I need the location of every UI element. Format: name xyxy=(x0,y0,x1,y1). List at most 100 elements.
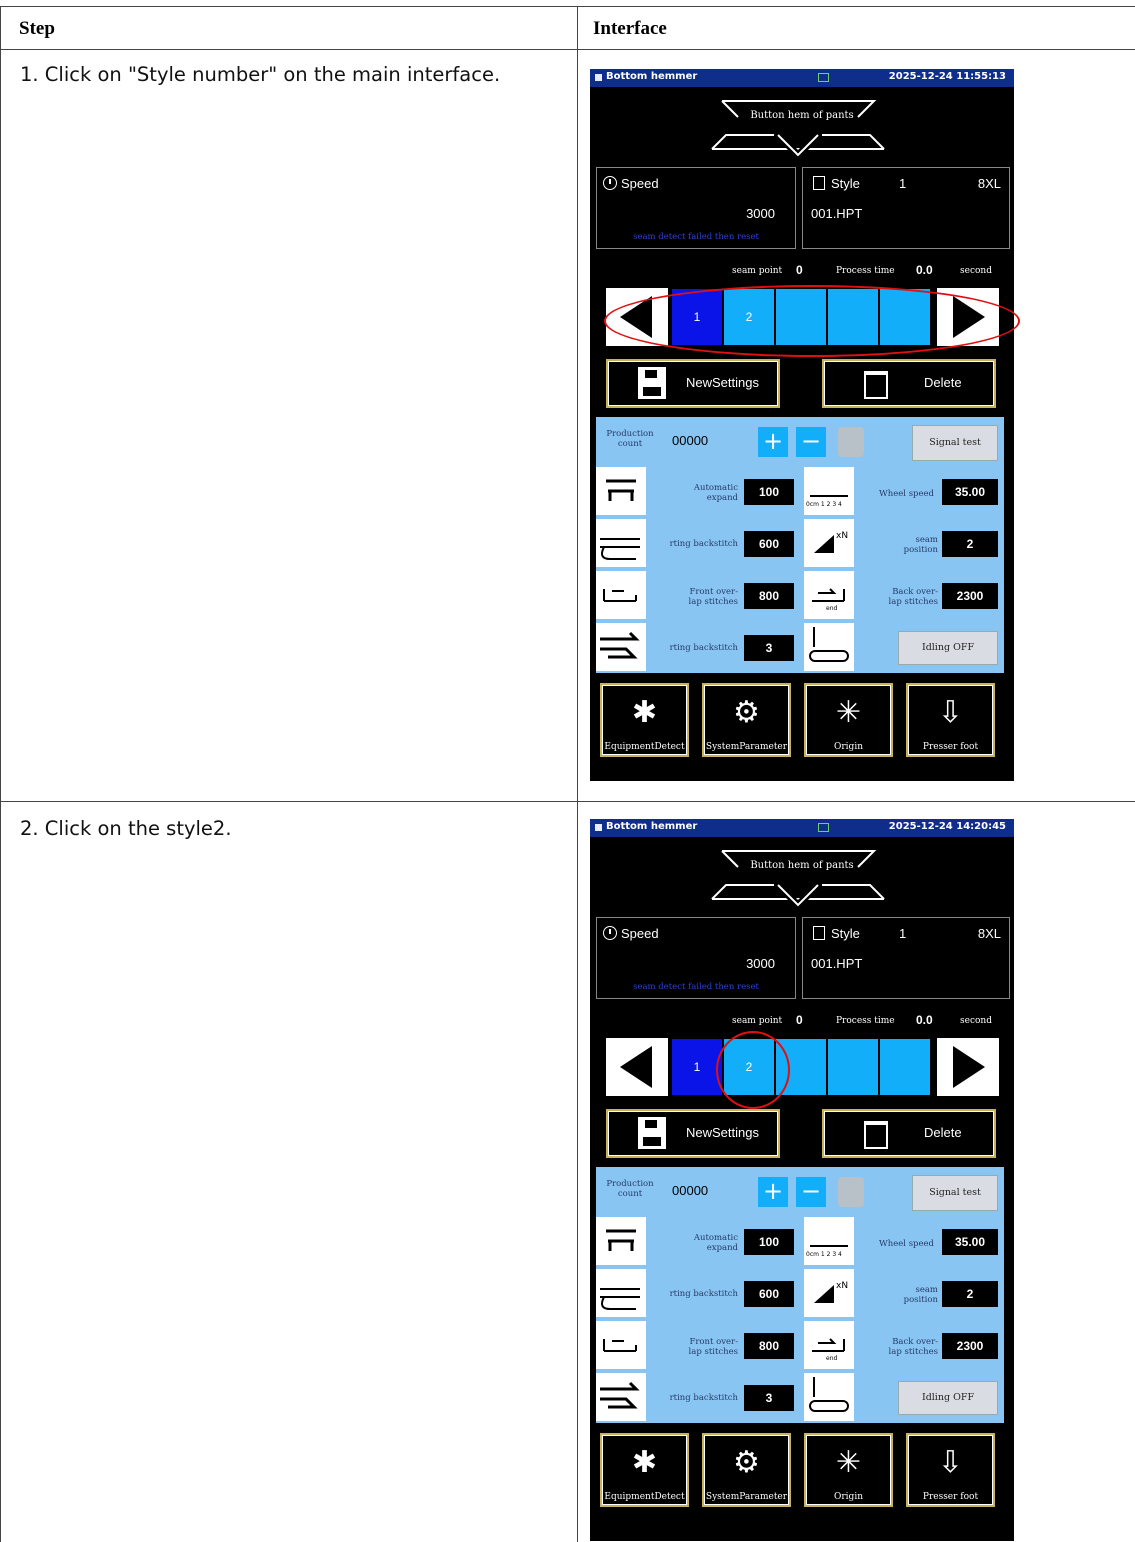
step-1-text: 1. Click on "Style number" on the main i… xyxy=(20,63,501,86)
style-slot-4[interactable] xyxy=(828,1039,878,1095)
idling-button[interactable]: Idling OFF xyxy=(898,1381,998,1415)
process-time-value: 0.0 xyxy=(916,1013,933,1027)
backstitch2-value[interactable]: 3 xyxy=(744,1385,794,1411)
front-overlap-label: Front over- lap stitches xyxy=(688,587,738,607)
highlight-circle-style2 xyxy=(716,1031,790,1109)
wheel-speed-value[interactable]: 35.00 xyxy=(942,1229,998,1255)
ruler-caption: 0cm 1 2 3 4 xyxy=(806,1251,842,1258)
delete-label: Delete xyxy=(924,1125,962,1140)
style-number-panel[interactable]: Style 1 8XL 001.HPT xyxy=(802,167,1010,249)
wheel-speed-label: Wheel speed xyxy=(879,489,934,499)
increment-button[interactable]: + xyxy=(758,427,788,457)
back-overlap-label: Back over- lap stitches xyxy=(888,587,938,607)
seam-position-value[interactable]: 2 xyxy=(942,1281,998,1307)
system-parameter-label: SystemParameter xyxy=(705,1492,788,1502)
system-parameter-button[interactable]: ⚙ SystemParameter xyxy=(702,1433,791,1507)
presser-foot-button[interactable]: ⇩ Presser foot xyxy=(906,1433,995,1507)
speed-note: seam detect failed then reset xyxy=(633,232,759,242)
table-row-divider xyxy=(0,801,1135,802)
back-overlap-label: Back over- lap stitches xyxy=(888,1337,938,1357)
back-overlap-value[interactable]: 2300 xyxy=(942,1333,998,1359)
app-icon xyxy=(595,824,602,831)
speed-label: Speed xyxy=(621,176,659,191)
reset-count-trash-icon[interactable] xyxy=(838,427,864,457)
header-step: Step xyxy=(19,18,55,39)
decrement-button[interactable]: − xyxy=(796,1177,826,1207)
backstitch-value[interactable]: 600 xyxy=(744,1281,794,1307)
parameter-panel: Production count 00000 + − Signal test 0… xyxy=(596,417,1004,673)
signal-test-button[interactable]: Signal test xyxy=(912,1175,998,1211)
backstitch-value[interactable]: 600 xyxy=(744,531,794,557)
network-icon xyxy=(818,73,829,82)
presser-foot-button[interactable]: ⇩ Presser foot xyxy=(906,683,995,757)
seam-position-value[interactable]: 2 xyxy=(942,531,998,557)
equipment-detect-button[interactable]: ✱ EquipmentDetect xyxy=(600,1433,689,1507)
seam-point-label: seam point xyxy=(732,1016,783,1026)
xn-caption: xN xyxy=(836,1281,849,1291)
style-file: 001.HPT xyxy=(811,956,863,971)
signal-test-button[interactable]: Signal test xyxy=(912,425,998,461)
presser-foot-icon: ⇩ xyxy=(937,695,964,730)
floppy-icon xyxy=(638,1117,666,1149)
prev-style-button[interactable] xyxy=(606,1038,668,1096)
speed-panel[interactable]: Speed 3000 seam detect failed then reset xyxy=(596,917,796,999)
clock-icon xyxy=(603,176,617,190)
new-settings-button[interactable]: NewSettings xyxy=(606,359,780,408)
speed-note: seam detect failed then reset xyxy=(633,982,759,992)
delete-button[interactable]: Delete xyxy=(822,1109,996,1158)
delete-label: Delete xyxy=(924,375,962,390)
front-overlap-value[interactable]: 800 xyxy=(744,1333,794,1359)
backstitch2-value[interactable]: 3 xyxy=(744,635,794,661)
origin-button[interactable]: ✳ Origin xyxy=(804,683,893,757)
expand-icon xyxy=(596,467,646,515)
ruler-icon: 0cm 1 2 3 4 xyxy=(804,1217,854,1265)
style-slot-1[interactable]: 1 xyxy=(672,1039,722,1095)
table-border-left xyxy=(0,6,1,1542)
process-time-label: Process time xyxy=(836,1016,895,1026)
style-label: Style xyxy=(831,176,860,191)
bag-icon: xN xyxy=(804,519,854,567)
delete-button[interactable]: Delete xyxy=(822,359,996,408)
gears-icon: ⚙ xyxy=(733,1445,760,1480)
seam-position-label: seam position xyxy=(903,535,938,555)
parameter-panel: Production count 00000 + − Signal test 0… xyxy=(596,1167,1004,1423)
backstitch-icon xyxy=(596,1269,646,1317)
end-caption: end xyxy=(826,1355,838,1362)
reset-count-trash-icon[interactable] xyxy=(838,1177,864,1207)
seam-position-label: seam position xyxy=(903,1285,938,1305)
style-size: 8XL xyxy=(977,176,1001,191)
speed-panel[interactable]: Speed 3000 seam detect failed then reset xyxy=(596,167,796,249)
next-style-button[interactable] xyxy=(937,1038,999,1096)
table-header-divider xyxy=(0,49,1135,50)
datetime: 2025-12-24 11:55:13 xyxy=(888,71,1006,82)
style-slot-5[interactable] xyxy=(880,1039,930,1095)
process-time-unit: second xyxy=(960,266,992,276)
automatic-expand-value[interactable]: 100 xyxy=(744,479,794,505)
presser-foot-icon: ⇩ xyxy=(937,1445,964,1480)
style-label: Style xyxy=(831,926,860,941)
back-overlap-value[interactable]: 2300 xyxy=(942,583,998,609)
product-name: Button hem of pants xyxy=(750,110,854,121)
increment-button[interactable]: + xyxy=(758,1177,788,1207)
xn-caption: xN xyxy=(836,531,849,541)
equipment-detect-button[interactable]: ✱ EquipmentDetect xyxy=(600,683,689,757)
back-overlap-icon: end xyxy=(804,1321,854,1369)
idling-button[interactable]: Idling OFF xyxy=(898,631,998,665)
automatic-expand-value[interactable]: 100 xyxy=(744,1229,794,1255)
process-time-value: 0.0 xyxy=(916,263,933,277)
gear-wrench-icon: ✱ xyxy=(631,1445,658,1480)
equipment-detect-label: EquipmentDetect xyxy=(604,1492,685,1502)
style-number-panel[interactable]: Style 1 8XL 001.HPT xyxy=(802,917,1010,999)
new-settings-button[interactable]: NewSettings xyxy=(606,1109,780,1158)
front-overlap-value[interactable]: 800 xyxy=(744,583,794,609)
highlight-ellipse-slots xyxy=(604,285,1020,357)
production-count-label: Production count xyxy=(606,429,654,449)
arrow-right-icon xyxy=(953,1046,985,1088)
product-shape-icon xyxy=(711,100,885,157)
decrement-button[interactable]: − xyxy=(796,427,826,457)
wheel-speed-value[interactable]: 35.00 xyxy=(942,479,998,505)
speed-value: 3000 xyxy=(746,206,775,221)
table-column-divider xyxy=(577,6,578,1542)
origin-button[interactable]: ✳ Origin xyxy=(804,1433,893,1507)
system-parameter-button[interactable]: ⚙ SystemParameter xyxy=(702,683,791,757)
